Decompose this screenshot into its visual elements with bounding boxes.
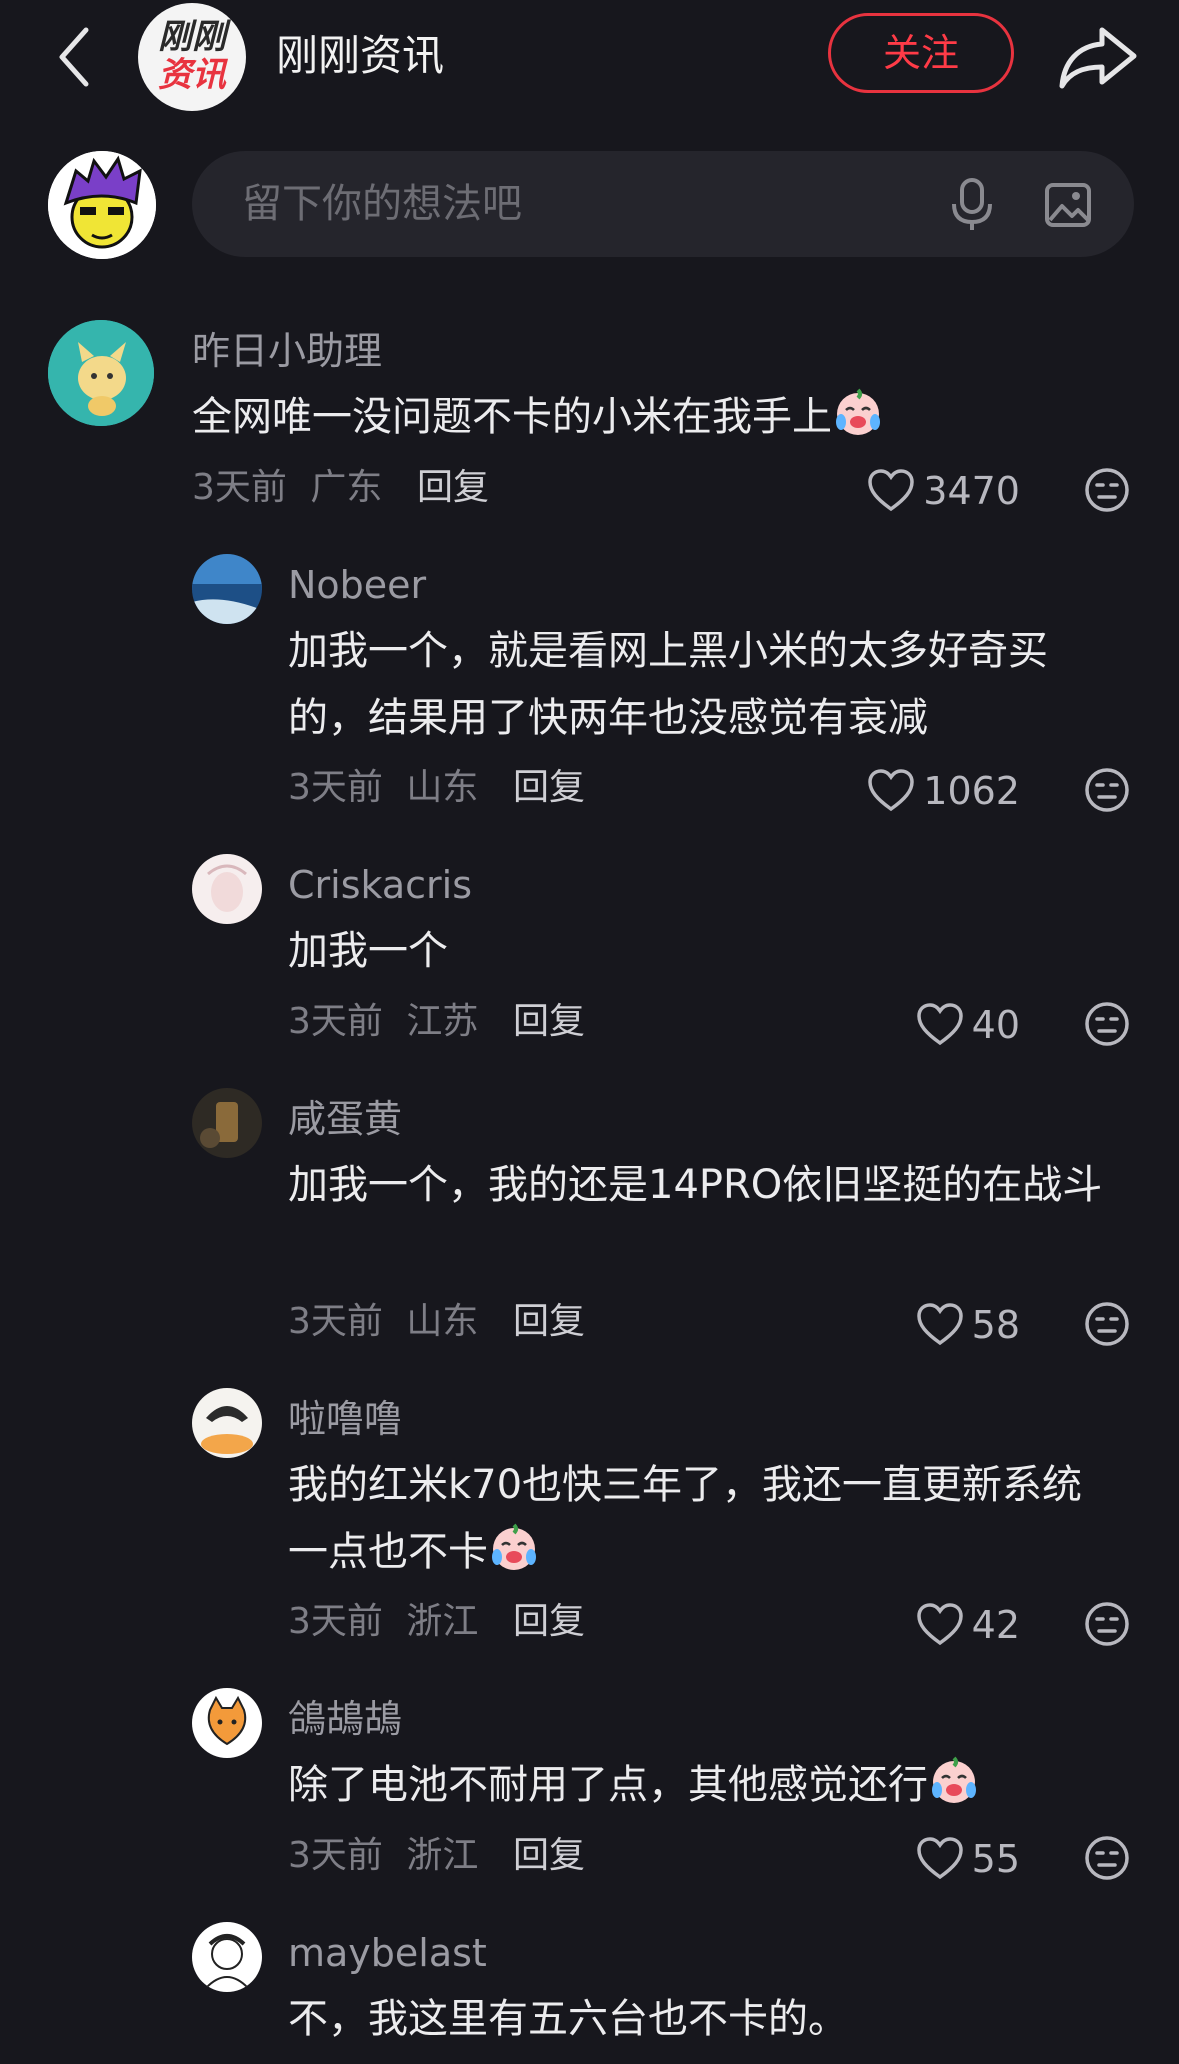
avatar[interactable]: [192, 1388, 262, 1458]
emoji-reaction-icon[interactable]: [1083, 1834, 1131, 1882]
like-count: 40: [971, 1003, 1020, 1047]
channel-logo-text-top: 刚刚: [158, 17, 226, 57]
like-button[interactable]: 1062: [840, 766, 1020, 816]
comment-username[interactable]: Criskacris: [288, 860, 472, 910]
comment-meta: 3天前 江苏: [288, 997, 478, 1047]
comment-meta: 3天前 浙江: [288, 1831, 478, 1881]
reply-button[interactable]: 回复: [513, 763, 585, 813]
avatar[interactable]: [48, 320, 154, 426]
comment-location: 江苏: [406, 1001, 479, 1042]
comment-time: 3天前: [288, 1001, 383, 1042]
comment-meta: 3天前 山东: [288, 1297, 478, 1347]
heart-icon: [916, 1303, 963, 1346]
comment-text: 加我一个，就是看网上黑小米的太多好奇买的，结果用了快两年也没感觉有衰减: [288, 628, 1048, 741]
comment-username[interactable]: 昨日小助理: [192, 326, 382, 376]
image-icon[interactable]: [1044, 182, 1092, 228]
emoji-reaction-icon[interactable]: [1083, 1300, 1131, 1348]
heart-icon: [868, 469, 915, 512]
comment-time: 3天前: [288, 767, 383, 808]
like-button[interactable]: 58: [840, 1300, 1020, 1350]
share-icon[interactable]: [1056, 22, 1140, 92]
comment-input-placeholder: 留下你的想法吧: [242, 181, 522, 227]
comment-meta: 3天前 广东: [192, 463, 382, 513]
emoji-reaction-icon[interactable]: [1083, 466, 1131, 514]
crying-laughing-emoji-icon: [492, 1523, 536, 1570]
comment-username[interactable]: 鴿鴣鴣: [288, 1694, 402, 1744]
avatar[interactable]: [192, 1688, 262, 1758]
like-count: 58: [971, 1303, 1020, 1347]
comment-time: 3天前: [288, 1835, 383, 1876]
avatar[interactable]: [192, 1088, 262, 1158]
channel-name[interactable]: 刚刚资讯: [276, 26, 444, 86]
crying-laughing-emoji-icon: [836, 388, 880, 435]
emoji-reaction-icon[interactable]: [1083, 1600, 1131, 1648]
comment-username[interactable]: Nobeer: [288, 560, 426, 610]
avatar[interactable]: [192, 554, 262, 624]
comment-text: 加我一个: [288, 928, 448, 974]
comment-text-body: 除了电池不耐用了点，其他感觉还行: [288, 1762, 928, 1808]
reply-button[interactable]: 回复: [513, 997, 585, 1047]
heart-icon: [916, 1603, 963, 1646]
comment-text: 不，我这里有五六台也不卡的。: [288, 1996, 848, 2042]
like-button[interactable]: 42: [840, 1600, 1020, 1650]
comment-meta: 3天前 浙江: [288, 1597, 478, 1647]
like-button[interactable]: 3470: [840, 466, 1020, 516]
comment-meta: 3天前 山东: [288, 763, 478, 813]
like-button[interactable]: 55: [840, 1834, 1020, 1884]
comment-username[interactable]: maybelast: [288, 1928, 487, 1978]
back-arrow-icon[interactable]: [48, 22, 108, 92]
crying-laughing-emoji-icon: [932, 1756, 976, 1803]
avatar[interactable]: [192, 1922, 262, 1992]
emoji-reaction-icon[interactable]: [1083, 766, 1131, 814]
comment-text: 全网唯一没问题不卡的小米在我手上: [192, 384, 1112, 451]
like-count: 3470: [923, 469, 1020, 513]
avatar[interactable]: [192, 854, 262, 924]
comment-text: 除了电池不耐用了点，其他感觉还行: [288, 1752, 1114, 1819]
comment-username[interactable]: 咸蛋黄: [288, 1094, 402, 1144]
channel-logo-text-bottom: 资讯: [158, 55, 226, 95]
reply-button[interactable]: 回复: [417, 463, 489, 513]
comment-location: 山东: [406, 767, 479, 808]
comment-time: 3天前: [192, 467, 287, 508]
comment-location: 浙江: [406, 1601, 479, 1642]
like-count: 55: [971, 1837, 1020, 1881]
follow-button[interactable]: 关注: [828, 13, 1014, 93]
comment-text-body: 全网唯一没问题不卡的小米在我手上: [192, 394, 832, 440]
microphone-icon[interactable]: [948, 178, 996, 232]
comment-text: 我的红米k70也快三年了，我还一直更新系统一点也不卡: [288, 1452, 1114, 1586]
comment-time: 3天前: [288, 1601, 383, 1642]
comment-location: 山东: [406, 1301, 479, 1342]
comment-location: 广东: [310, 467, 383, 508]
heart-icon: [868, 769, 915, 812]
heart-icon: [916, 1003, 963, 1046]
like-count: 42: [971, 1603, 1020, 1647]
heart-icon: [916, 1837, 963, 1880]
like-button[interactable]: 40: [840, 1000, 1020, 1050]
comment-time: 3天前: [288, 1301, 383, 1342]
like-count: 1062: [923, 769, 1020, 813]
channel-avatar[interactable]: 刚刚 资讯: [138, 3, 246, 111]
emoji-reaction-icon[interactable]: [1083, 1000, 1131, 1048]
comment-text-body: 我的红米k70也快三年了，我还一直更新系统一点也不卡: [288, 1462, 1083, 1575]
comment-location: 浙江: [406, 1835, 479, 1876]
reply-button[interactable]: 回复: [513, 1297, 585, 1347]
reply-button[interactable]: 回复: [513, 1831, 585, 1881]
my-avatar[interactable]: [48, 151, 156, 259]
comment-text: 加我一个，我的还是14PRO依旧坚挺的在战斗: [288, 1162, 1103, 1208]
comment-username[interactable]: 啦噜噜: [288, 1394, 402, 1444]
reply-button[interactable]: 回复: [513, 1597, 585, 1647]
